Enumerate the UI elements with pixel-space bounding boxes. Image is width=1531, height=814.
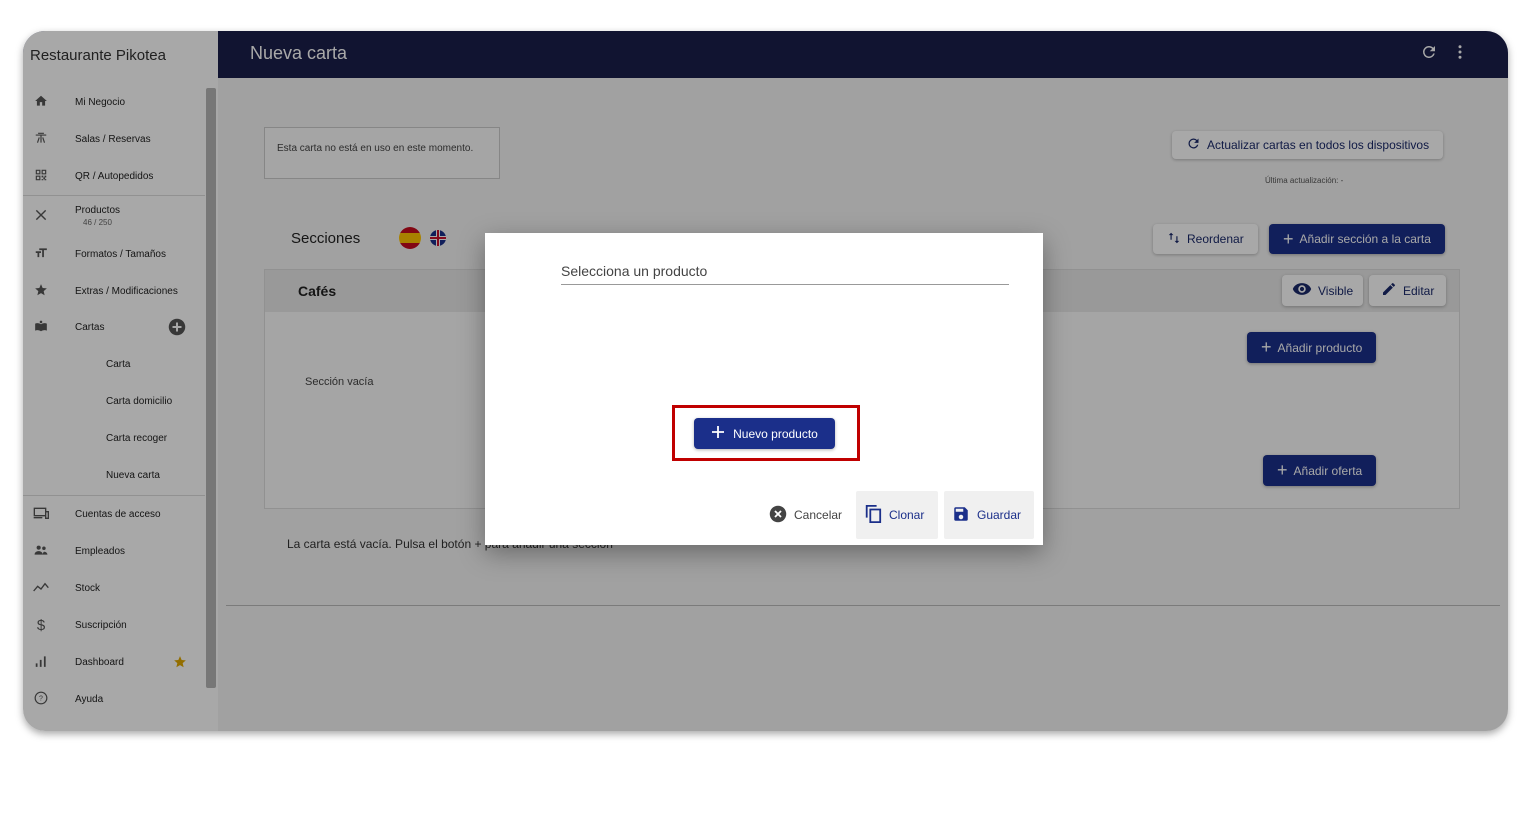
new-product-button[interactable]: Nuevo producto (694, 418, 835, 449)
plus-icon (711, 425, 725, 442)
clone-button[interactable]: Clonar (856, 491, 938, 539)
cancel-button[interactable]: Cancelar (761, 491, 850, 539)
save-icon (952, 505, 970, 526)
new-product-label: Nuevo producto (733, 426, 818, 441)
save-button[interactable]: Guardar (944, 491, 1034, 539)
product-select[interactable]: Selecciona un producto (561, 263, 1009, 285)
clone-label: Clonar (889, 508, 925, 522)
select-product-dialog: Selecciona un producto Nuevo producto Ca… (485, 233, 1043, 545)
cancel-icon (769, 505, 787, 526)
save-label: Guardar (977, 508, 1022, 522)
cancel-label: Cancelar (794, 508, 843, 522)
app-window: Restaurante Pikotea Nueva carta Mi Negoc… (23, 31, 1508, 731)
copy-icon (864, 504, 882, 527)
